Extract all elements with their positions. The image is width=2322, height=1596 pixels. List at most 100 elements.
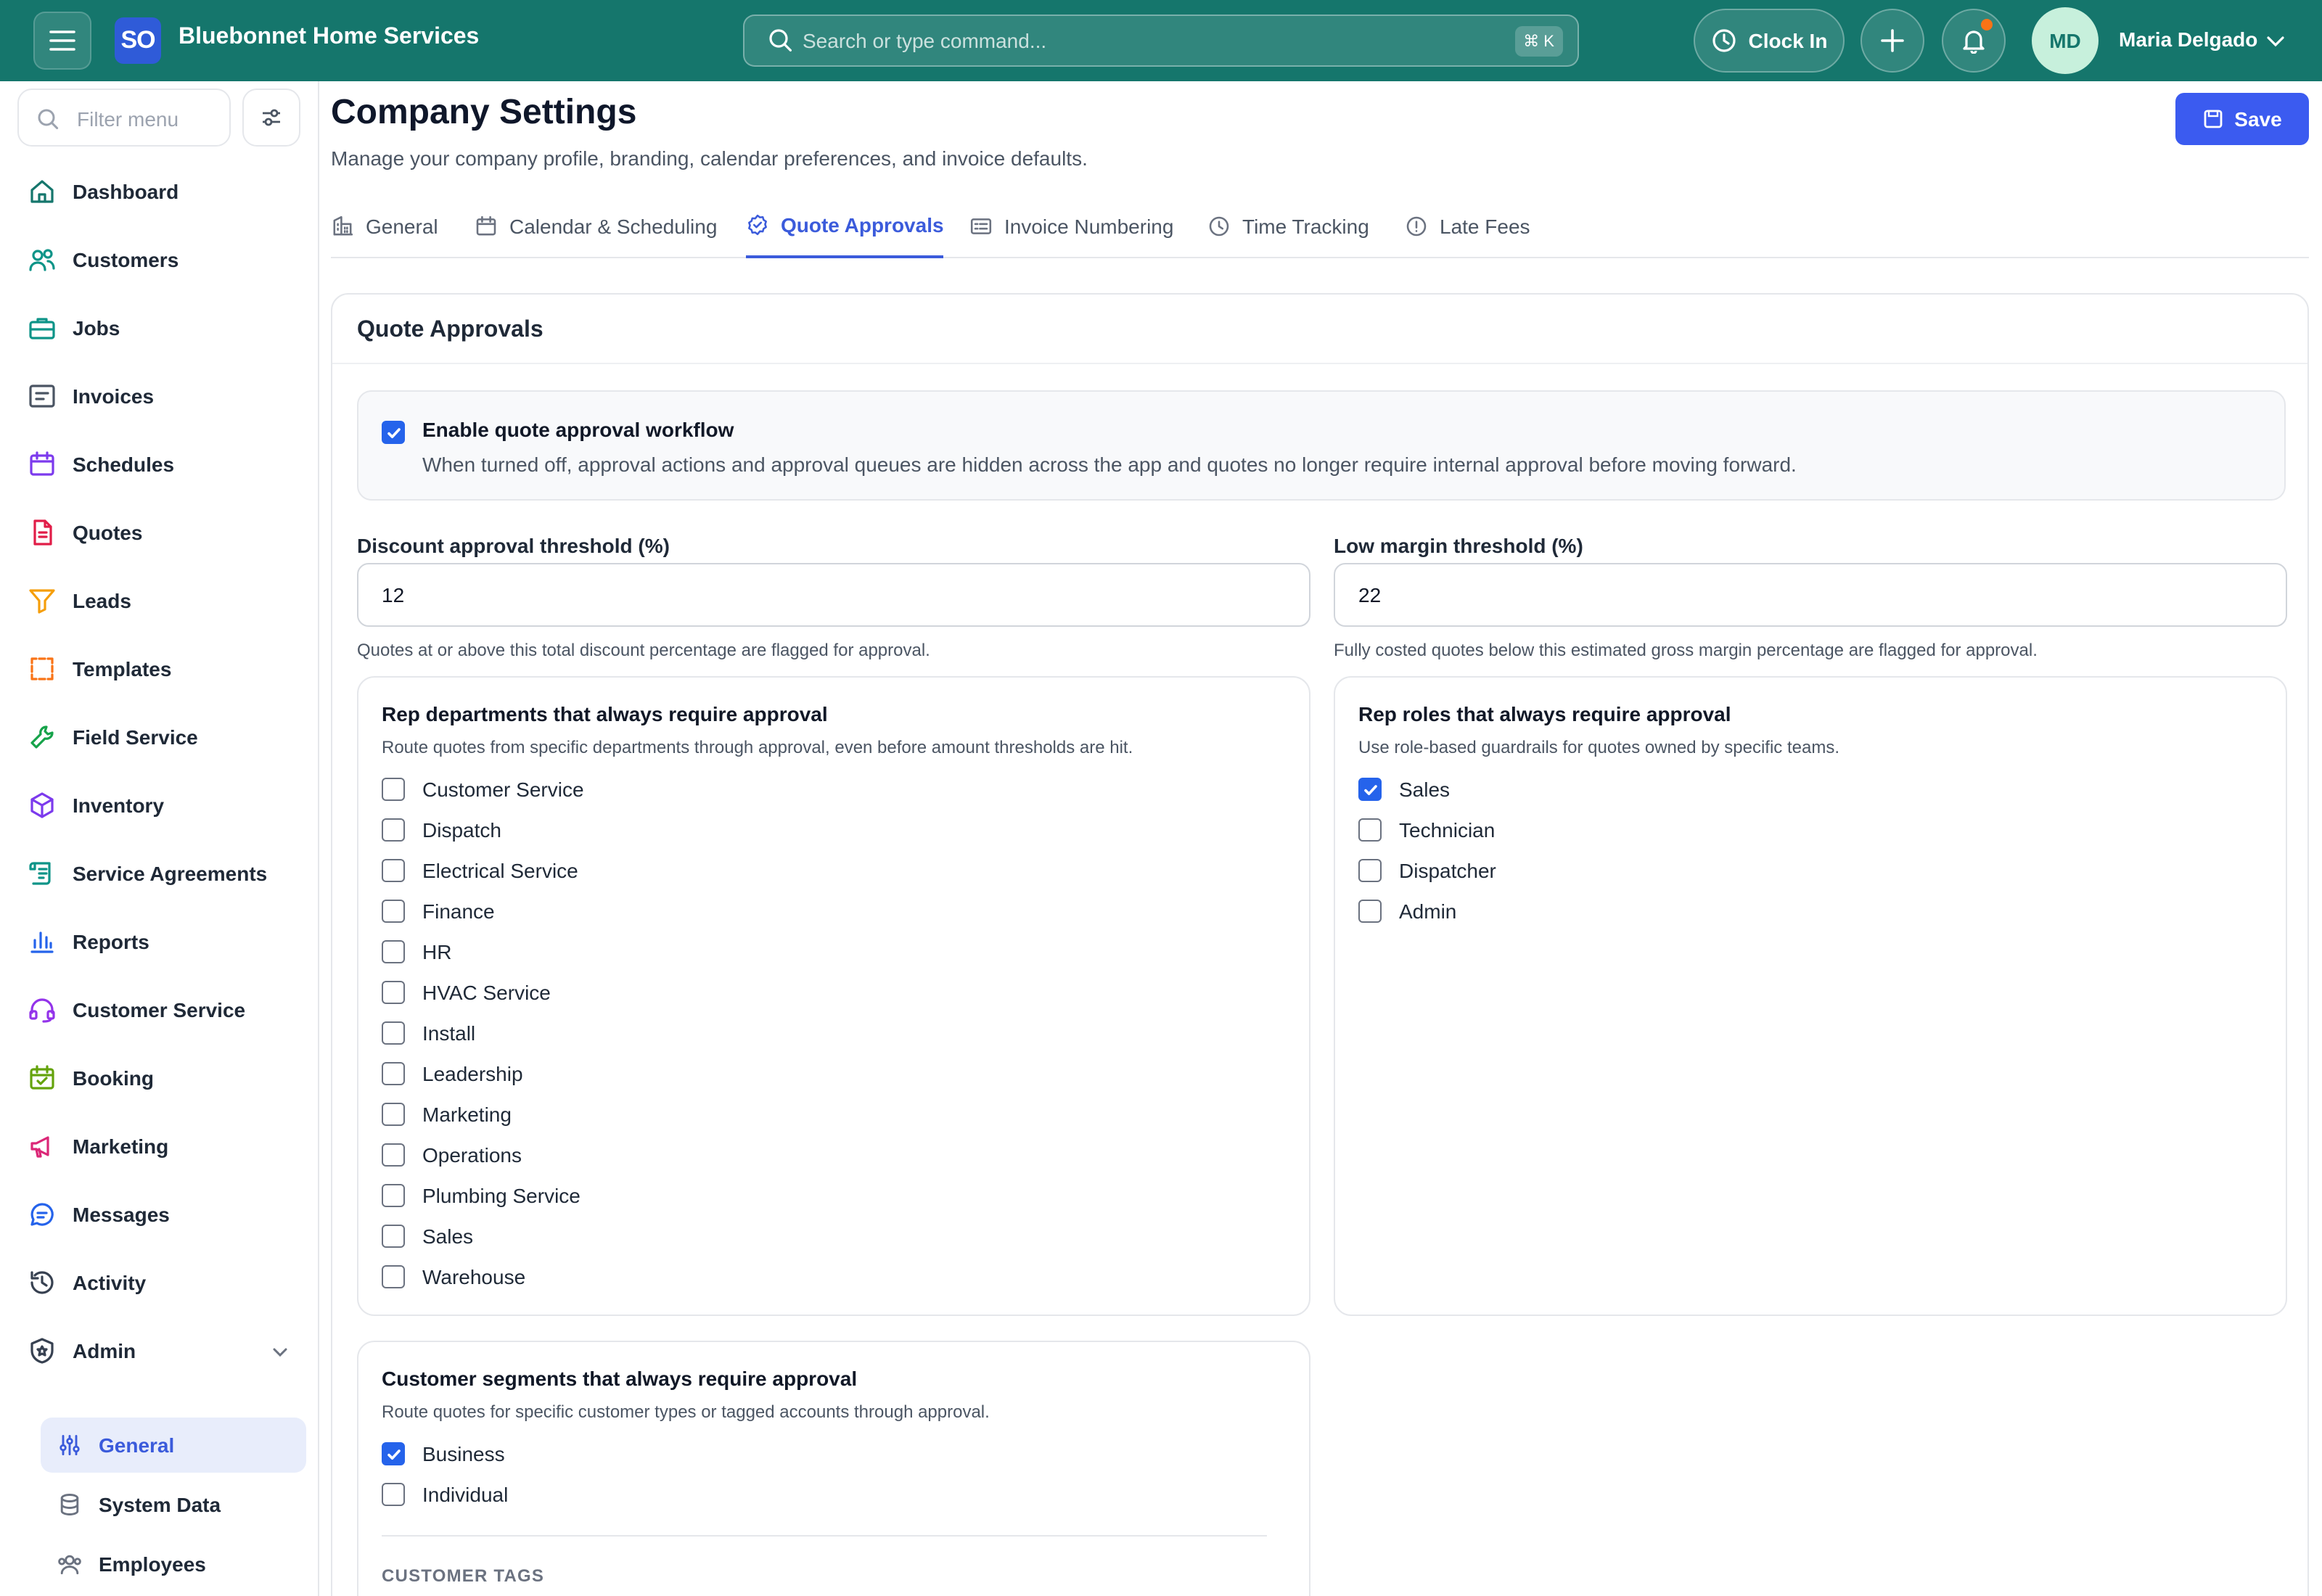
calendar-icon bbox=[475, 215, 498, 238]
roles-option-admin[interactable]: Admin bbox=[1358, 898, 1939, 927]
checkbox[interactable] bbox=[382, 1143, 405, 1167]
checkbox[interactable] bbox=[1358, 818, 1382, 842]
departments-option-install[interactable]: Install bbox=[382, 1020, 962, 1049]
chevron-down-icon[interactable] bbox=[270, 1342, 290, 1362]
departments-option-electrical-service[interactable]: Electrical Service bbox=[382, 857, 962, 887]
roles-option-dispatcher[interactable]: Dispatcher bbox=[1358, 857, 1939, 887]
option-label: Customer Service bbox=[422, 778, 584, 801]
checkbox[interactable] bbox=[382, 900, 405, 923]
tab-quote-approvals[interactable]: Quote Approvals bbox=[746, 194, 944, 258]
checkbox[interactable] bbox=[1358, 859, 1382, 882]
checkbox[interactable] bbox=[382, 1062, 405, 1085]
tab-invoice-numbering[interactable]: Invoice Numbering bbox=[969, 194, 1173, 258]
sidebar-item-templates[interactable]: Templates bbox=[0, 640, 319, 698]
checkbox[interactable] bbox=[382, 778, 405, 801]
departments-option-leadership[interactable]: Leadership bbox=[382, 1061, 962, 1090]
segments-description: Route quotes for specific customer types… bbox=[382, 1402, 990, 1422]
sidebar-item-customer-service[interactable]: Customer Service bbox=[0, 981, 319, 1039]
box-icon bbox=[28, 791, 57, 820]
departments-option-hvac-service[interactable]: HVAC Service bbox=[382, 979, 962, 1008]
sidebar-subitem-employees[interactable]: Employees bbox=[41, 1537, 306, 1592]
departments-option-plumbing-service[interactable]: Plumbing Service bbox=[382, 1182, 962, 1212]
sidebar-item-label: Messages bbox=[73, 1203, 170, 1226]
sidebar-item-activity[interactable]: Activity bbox=[0, 1254, 319, 1312]
company-logo[interactable]: SO bbox=[115, 17, 161, 64]
notifications-button[interactable] bbox=[1942, 9, 2006, 73]
save-label: Save bbox=[2234, 107, 2282, 131]
sidebar-item-service-agreements[interactable]: Service Agreements bbox=[0, 844, 319, 902]
sidebar-item-reports[interactable]: Reports bbox=[0, 913, 319, 971]
tab-label: Invoice Numbering bbox=[1004, 215, 1174, 238]
sidebar-item-invoices[interactable]: Invoices bbox=[0, 367, 319, 425]
sidebar-item-inventory[interactable]: Inventory bbox=[0, 776, 319, 834]
tab-time-tracking[interactable]: Time Tracking bbox=[1207, 194, 1369, 258]
sidebar-item-messages[interactable]: Messages bbox=[0, 1185, 319, 1243]
checkbox[interactable] bbox=[382, 1265, 405, 1288]
chevron-down-icon[interactable] bbox=[2264, 29, 2287, 52]
checkbox[interactable] bbox=[1358, 900, 1382, 923]
filter-settings-button[interactable] bbox=[242, 89, 300, 147]
sidebar-subitem-general[interactable]: General bbox=[41, 1418, 306, 1473]
sidebar-item-marketing[interactable]: Marketing bbox=[0, 1117, 319, 1175]
checkbox[interactable] bbox=[382, 1021, 405, 1045]
roles-option-sales[interactable]: Sales bbox=[1358, 776, 1939, 805]
departments-option-marketing[interactable]: Marketing bbox=[382, 1101, 962, 1130]
checkbox[interactable] bbox=[382, 859, 405, 882]
add-new-button[interactable] bbox=[1861, 9, 1924, 73]
filter-menu-input[interactable]: Filter menu bbox=[17, 89, 231, 147]
sidebar-item-dashboard[interactable]: Dashboard bbox=[0, 163, 319, 221]
tab-label: Late Fees bbox=[1440, 215, 1530, 238]
checkbox[interactable] bbox=[382, 1442, 405, 1465]
departments-option-hr[interactable]: HR bbox=[382, 939, 962, 968]
sliders-icon bbox=[57, 1432, 83, 1465]
tab-late-fees[interactable]: Late Fees bbox=[1405, 194, 1530, 258]
departments-option-customer-service[interactable]: Customer Service bbox=[382, 776, 962, 805]
sidebar-item-field-service[interactable]: Field Service bbox=[0, 708, 319, 766]
clock-in-button[interactable]: Clock In bbox=[1694, 9, 1845, 73]
discount-threshold-input[interactable]: 12 bbox=[357, 563, 1310, 627]
user-name[interactable]: Maria Delgado bbox=[2119, 28, 2257, 51]
option-label: Marketing bbox=[422, 1103, 512, 1126]
sidebar-item-leads[interactable]: Leads bbox=[0, 572, 319, 630]
departments-option-finance[interactable]: Finance bbox=[382, 898, 962, 927]
checkbox[interactable] bbox=[382, 1184, 405, 1207]
sidebar-item-schedules[interactable]: Schedules bbox=[0, 435, 319, 493]
command-search[interactable]: Search or type command... ⌘ K bbox=[743, 15, 1579, 67]
checkbox[interactable] bbox=[382, 1483, 405, 1506]
departments-option-operations[interactable]: Operations bbox=[382, 1142, 962, 1171]
sidebar-item-admin[interactable]: Admin bbox=[0, 1322, 319, 1380]
roles-option-technician[interactable]: Technician bbox=[1358, 817, 1939, 846]
checkbox[interactable] bbox=[382, 940, 405, 963]
sidebar: Filter menu Dashboard Customers Jobs Inv… bbox=[0, 81, 319, 1596]
checkbox[interactable] bbox=[382, 1103, 405, 1126]
checkbox[interactable] bbox=[1358, 778, 1382, 801]
sidebar-subitem-system-data[interactable]: System Data bbox=[41, 1477, 306, 1532]
menu-toggle-button[interactable] bbox=[33, 12, 91, 70]
checkbox[interactable] bbox=[382, 1225, 405, 1248]
enable-workflow-title: Enable quote approval workflow bbox=[422, 418, 734, 441]
sidebar-item-booking[interactable]: Booking bbox=[0, 1049, 319, 1107]
enable-workflow-checkbox[interactable] bbox=[382, 421, 405, 444]
check-icon bbox=[1363, 784, 1377, 794]
checkbox[interactable] bbox=[382, 981, 405, 1004]
calendar-icon bbox=[28, 450, 57, 479]
user-avatar[interactable]: MD bbox=[2032, 7, 2099, 74]
tab-general[interactable]: General bbox=[331, 194, 438, 258]
invoice-icon bbox=[28, 382, 57, 411]
tab-calendar-and-scheduling[interactable]: Calendar & Scheduling bbox=[475, 194, 717, 258]
margin-threshold-input[interactable]: 22 bbox=[1334, 563, 2287, 627]
departments-option-sales[interactable]: Sales bbox=[382, 1223, 962, 1252]
save-button[interactable]: Save bbox=[2175, 93, 2309, 145]
sidebar-item-jobs[interactable]: Jobs bbox=[0, 299, 319, 357]
card-title: Quote Approvals bbox=[357, 318, 543, 342]
segments-option-individual[interactable]: Individual bbox=[382, 1481, 962, 1510]
sidebar-item-quotes[interactable]: Quotes bbox=[0, 503, 319, 562]
sidebar-item-customers[interactable]: Customers bbox=[0, 231, 319, 289]
departments-option-dispatch[interactable]: Dispatch bbox=[382, 817, 962, 846]
clock-icon bbox=[1207, 215, 1231, 238]
option-label: Sales bbox=[422, 1225, 474, 1248]
segments-option-business[interactable]: Business bbox=[382, 1441, 962, 1470]
page-title: Company Settings bbox=[331, 93, 637, 132]
departments-option-warehouse[interactable]: Warehouse bbox=[382, 1264, 962, 1293]
checkbox[interactable] bbox=[382, 818, 405, 842]
